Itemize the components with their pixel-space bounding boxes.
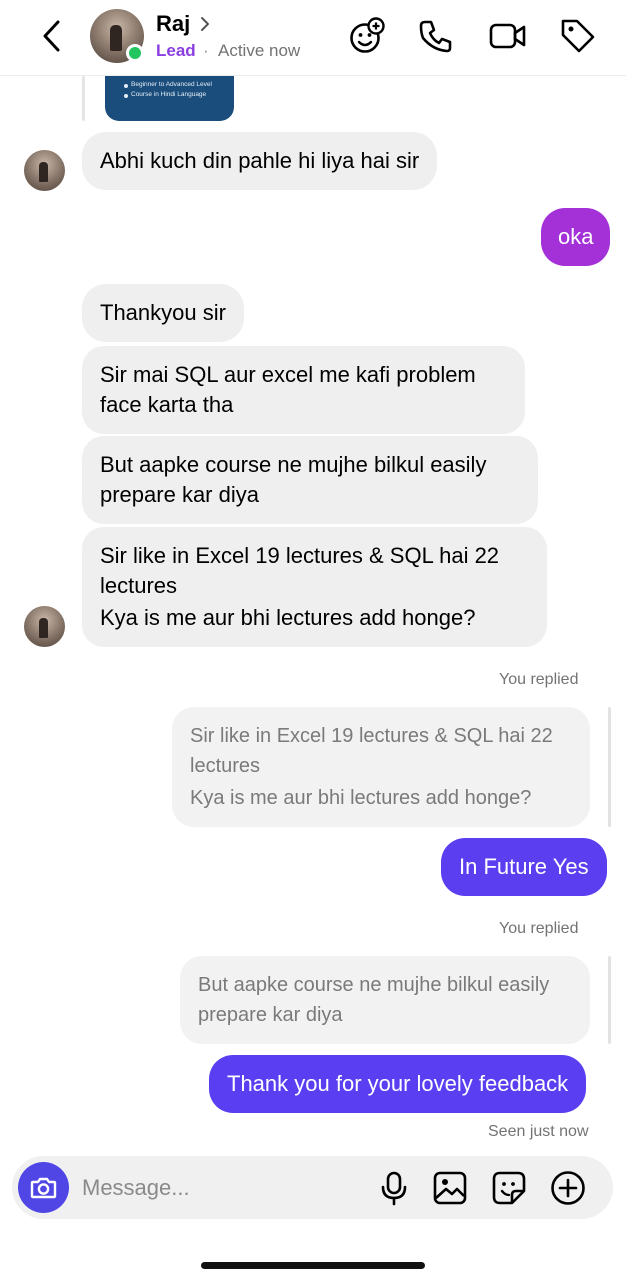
- message-bubble-incoming[interactable]: Sir mai SQL aur excel me kafi problem fa…: [82, 346, 525, 434]
- message-line: lectures: [100, 573, 178, 598]
- chat-header: Raj Lead · Active now: [0, 0, 626, 76]
- reply-indicator-bar: [608, 707, 611, 827]
- message-bubble-incoming[interactable]: Sir like in Excel 19 lectures & SQL hai …: [82, 527, 547, 647]
- active-status: Active now: [218, 41, 301, 60]
- message-bubble-incoming[interactable]: But aapke course ne mujhe bilkul easily …: [82, 436, 538, 524]
- message-line: face karta tha: [100, 392, 234, 417]
- message-line: Kya is me aur bhi lectures add honge?: [100, 605, 476, 630]
- microphone-icon[interactable]: [374, 1168, 414, 1208]
- message-bubble-outgoing[interactable]: oka: [541, 208, 611, 266]
- chevron-right-icon[interactable]: [198, 13, 212, 35]
- video-icon[interactable]: [488, 16, 528, 56]
- message-line: But aapke course ne mujhe bilkul easily: [100, 452, 487, 477]
- replied-label: You replied: [499, 671, 579, 688]
- card-line: Course in Hindi Language: [131, 91, 207, 98]
- quoted-line: prepare kar diya: [198, 1004, 343, 1026]
- message-line: Sir mai SQL aur excel me kafi problem: [100, 362, 476, 387]
- message-composer: [12, 1156, 613, 1219]
- card-line: Beginner to Advanced Level: [131, 81, 212, 88]
- phone-icon[interactable]: [416, 16, 456, 56]
- sticker-icon[interactable]: [489, 1168, 529, 1208]
- quoted-line: But aapke course ne mujhe bilkul easily: [198, 974, 550, 996]
- replied-label: You replied: [499, 920, 579, 937]
- lead-label: Lead: [156, 41, 196, 60]
- message-bubble-outgoing[interactable]: In Future Yes: [441, 838, 607, 896]
- tag-icon[interactable]: [558, 16, 598, 56]
- back-icon[interactable]: [36, 16, 70, 56]
- sender-avatar[interactable]: [24, 150, 65, 191]
- gallery-icon[interactable]: [430, 1168, 470, 1208]
- seen-status: Seen just now: [488, 1123, 589, 1140]
- add-icon[interactable]: [548, 1168, 588, 1208]
- sender-avatar[interactable]: [24, 606, 65, 647]
- message-bubble-incoming[interactable]: Thankyou sir: [82, 284, 244, 342]
- quoted-message[interactable]: Sir like in Excel 19 lectures & SQL hai …: [172, 707, 590, 827]
- reply-indicator-bar: [608, 956, 611, 1044]
- contact-name[interactable]: Raj: [156, 11, 190, 37]
- message-line: Sir like in Excel 19 lectures & SQL hai …: [100, 543, 500, 568]
- add-reaction-icon[interactable]: [346, 16, 386, 56]
- quoted-line: lectures: [190, 755, 261, 777]
- quoted-line: Sir like in Excel 19 lectures & SQL hai …: [190, 725, 553, 747]
- separator: ·: [203, 41, 209, 60]
- online-status-dot: [126, 44, 144, 62]
- message-bubble-outgoing[interactable]: Thank you for your lovely feedback: [209, 1055, 587, 1113]
- home-indicator[interactable]: [201, 1262, 425, 1269]
- message-bubble-incoming[interactable]: Abhi kuch din pahle hi liya hai sir: [82, 132, 438, 190]
- shared-post-bar: [82, 76, 85, 121]
- quoted-line: Kya is me aur bhi lectures add honge?: [190, 787, 532, 809]
- camera-icon: [30, 1177, 57, 1199]
- quoted-message[interactable]: But aapke course ne mujhe bilkul easily …: [180, 956, 590, 1044]
- message-line: prepare kar diya: [100, 482, 259, 507]
- shared-course-card[interactable]: Beginner to Advanced Level Course in Hin…: [105, 76, 234, 121]
- message-input[interactable]: [82, 1172, 352, 1204]
- camera-button[interactable]: [18, 1162, 69, 1213]
